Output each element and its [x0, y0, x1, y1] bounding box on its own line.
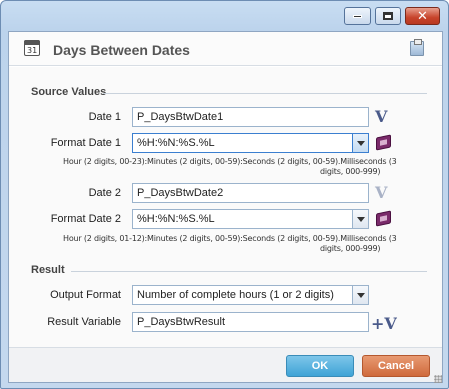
date2-input[interactable]: P_DaysBtwDate2	[132, 183, 369, 203]
resize-grip[interactable]	[434, 375, 442, 383]
maximize-button[interactable]	[375, 7, 401, 25]
section-divider	[71, 271, 427, 272]
section-title-result: Result	[31, 264, 65, 276]
section-title-source-values: Source Values	[31, 86, 107, 98]
date2-label: Date 2	[88, 187, 121, 199]
format-book-icon[interactable]	[376, 134, 391, 151]
clipboard-icon[interactable]	[410, 39, 424, 56]
result-variable-label: Result Variable	[47, 316, 121, 328]
format-book-icon[interactable]	[376, 210, 391, 227]
dialog-window: ✕ 31 Days Between Dates Source Values Da…	[0, 0, 449, 389]
format-date1-value: %H:%N:%S.%L	[137, 137, 215, 149]
add-variable-icon[interactable]: +V	[371, 314, 397, 333]
output-format-value: Number of complete hours (1 or 2 digits)	[137, 289, 334, 301]
chevron-down-icon[interactable]	[352, 134, 368, 152]
close-button[interactable]: ✕	[405, 7, 440, 25]
calendar-icon: 31	[24, 40, 40, 56]
dialog-title: Days Between Dates	[53, 42, 190, 58]
cancel-button[interactable]: Cancel	[362, 355, 430, 377]
minimize-button[interactable]	[344, 7, 371, 25]
format-date1-label: Format Date 1	[50, 137, 121, 149]
format-date1-select[interactable]: %H:%N:%S.%L	[132, 133, 369, 153]
date1-label: Date 1	[88, 111, 121, 123]
format-date2-value: %H:%N:%S.%L	[137, 213, 215, 225]
output-format-label: Output Format	[50, 289, 121, 301]
output-format-select[interactable]: Number of complete hours (1 or 2 digits)	[132, 285, 369, 305]
section-divider	[103, 93, 427, 94]
variable-icon[interactable]: V	[375, 183, 387, 202]
format-date2-hint-line1: Hour (2 digits, 01-12):Minutes (2 digits…	[63, 234, 397, 243]
minimize-icon	[353, 14, 362, 18]
format-date1-hint-line2: digits, 000-999)	[320, 167, 381, 176]
dialog-footer: OK Cancel	[9, 347, 442, 382]
variable-icon[interactable]: V	[375, 107, 387, 126]
dialog-client: 31 Days Between Dates Source Values Date…	[8, 31, 443, 383]
format-date2-select[interactable]: %H:%N:%S.%L	[132, 209, 369, 229]
close-icon: ✕	[417, 8, 428, 24]
format-date2-hint-line2: digits, 000-999)	[320, 244, 381, 253]
date1-input[interactable]: P_DaysBtwDate1	[132, 107, 369, 127]
format-date2-label: Format Date 2	[50, 213, 121, 225]
dialog-body: Source Values Date 1 P_DaysBtwDate1 V Fo…	[9, 67, 442, 347]
format-date1-hint-line1: Hour (2 digits, 00-23):Minutes (2 digits…	[63, 157, 397, 166]
result-variable-input[interactable]: P_DaysBtwResult	[132, 312, 369, 332]
ok-button[interactable]: OK	[286, 355, 354, 377]
chevron-down-icon[interactable]	[352, 286, 368, 304]
chevron-down-icon[interactable]	[352, 210, 368, 228]
dialog-header: 31 Days Between Dates	[9, 32, 442, 66]
maximize-icon	[383, 12, 393, 20]
